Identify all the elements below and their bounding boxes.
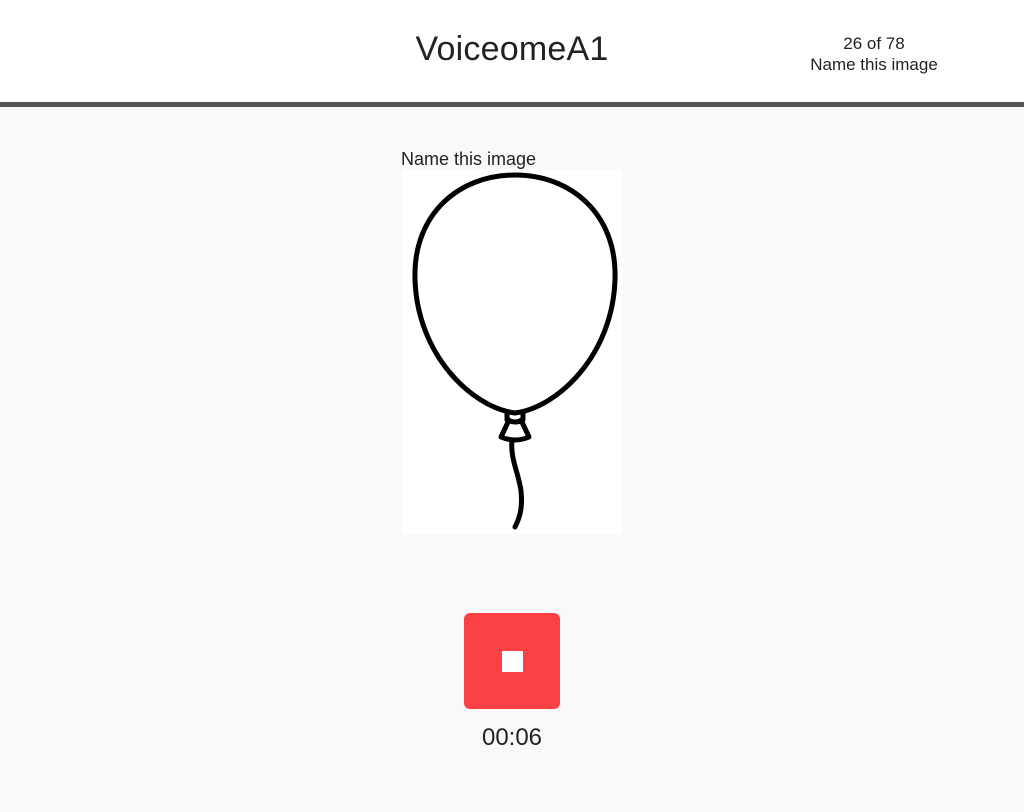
progress-indicator: 26 of 78 Name this image [790, 33, 958, 75]
stop-recording-button[interactable] [464, 613, 560, 709]
stop-icon [502, 651, 523, 672]
balloon-drawing-icon [412, 172, 618, 530]
recording-timer: 00:06 [481, 724, 543, 751]
progress-count: 26 of 78 [843, 34, 905, 53]
app-header: VoiceomeA1 26 of 78 Name this image [0, 0, 1024, 107]
task-label: Name this image [810, 55, 938, 74]
image-prompt: Name this image [401, 149, 537, 169]
stimulus-image [401, 169, 623, 535]
